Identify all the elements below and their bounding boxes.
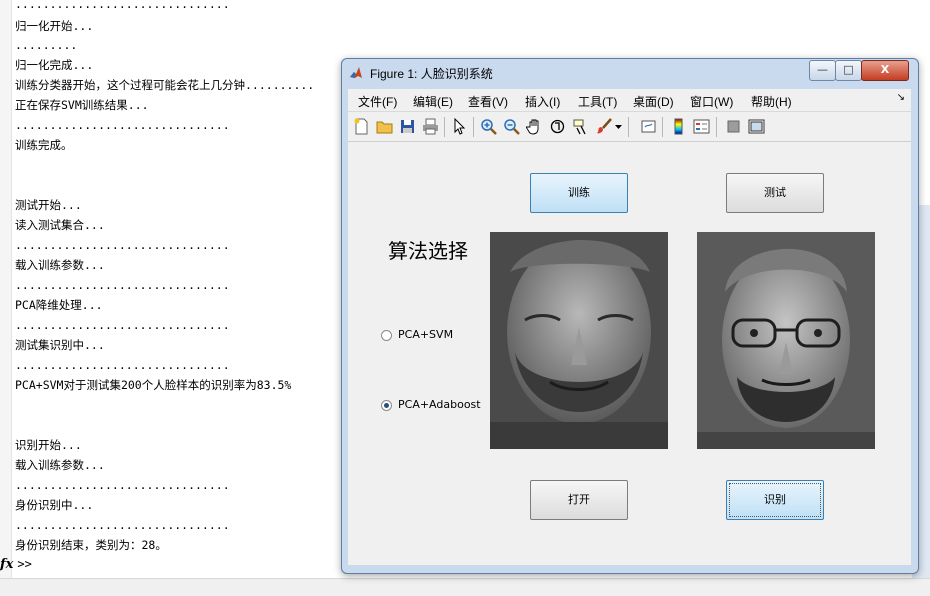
title-bar[interactable]: Figure 1: 人脸识别系统 — □ X <box>342 59 918 87</box>
pointer-icon[interactable] <box>451 118 468 135</box>
menu-tools[interactable]: 工具(T) <box>578 93 617 110</box>
command-prompt[interactable]: fx >> <box>0 557 32 572</box>
save-icon[interactable] <box>399 118 416 135</box>
menu-file[interactable]: 文件(F) <box>358 93 397 110</box>
fx-icon[interactable]: fx <box>0 557 13 572</box>
console-line: ............................... <box>15 518 230 532</box>
test-button[interactable]: 测试 <box>726 173 824 213</box>
toolbar-separator <box>662 117 663 137</box>
radio-selected-icon[interactable] <box>381 399 392 411</box>
menu-desktop[interactable]: 桌面(D) <box>633 93 674 110</box>
menu-window[interactable]: 窗口(W) <box>690 93 733 110</box>
console-line: ......... <box>15 38 78 52</box>
menu-insert[interactable]: 插入(I) <box>525 93 560 110</box>
open-folder-icon[interactable] <box>376 118 393 135</box>
rotate-3d-icon[interactable] <box>549 118 566 135</box>
console-line: ............................... <box>15 0 230 11</box>
recognize-button[interactable]: 识别 <box>726 480 824 520</box>
colorbar-icon[interactable] <box>670 118 687 135</box>
radio-circle-icon[interactable] <box>381 329 392 341</box>
print-icon[interactable] <box>422 118 439 135</box>
console-line: ............................... <box>15 318 230 332</box>
console-line: ............................... <box>15 358 230 372</box>
prompt-symbol: >> <box>17 557 32 571</box>
console-line: 测试开始... <box>15 198 82 212</box>
console-line: 载入训练参数... <box>15 458 105 472</box>
matlab-logo-icon <box>350 67 362 78</box>
console-line: 训练分类器开始，这个过程可能会花上几分钟.......... <box>15 78 315 92</box>
console-line: ............................... <box>15 238 230 252</box>
console-line: 识别开始... <box>15 438 82 452</box>
link-plot-icon[interactable] <box>640 118 657 135</box>
zoom-in-icon[interactable] <box>480 118 497 135</box>
pan-hand-icon[interactable] <box>526 118 543 135</box>
menu-expand-icon[interactable]: ↘ <box>897 92 905 103</box>
matched-face-image <box>697 232 875 449</box>
console-line: PCA降维处理... <box>15 298 103 312</box>
minimize-button[interactable]: — <box>809 60 836 81</box>
console-line: 归一化开始... <box>15 19 94 33</box>
figure-toolbar <box>348 112 911 142</box>
console-line: 载入训练参数... <box>15 258 105 272</box>
algorithm-select-title: 算法选择 <box>388 239 468 263</box>
toolbar-separator <box>628 117 629 137</box>
radio-pca-adaboost[interactable]: PCA+Adaboost <box>381 398 481 411</box>
data-cursor-icon[interactable] <box>572 118 589 135</box>
train-button[interactable]: 训练 <box>530 173 628 213</box>
new-file-icon[interactable] <box>353 118 370 135</box>
toolbar-separator <box>716 117 717 137</box>
menu-help[interactable]: 帮助(H) <box>751 93 792 110</box>
status-bar <box>0 578 930 596</box>
console-line: 归一化完成... <box>15 58 94 72</box>
console-line: 身份识别结束，类别为：28。 <box>15 538 167 552</box>
console-line: ............................... <box>15 278 230 292</box>
console-line: ............................... <box>15 478 230 492</box>
radio-label-svm: PCA+SVM <box>398 328 454 341</box>
input-face-image <box>490 232 668 449</box>
toolbar-separator <box>444 117 445 137</box>
console-line: 身份识别中... <box>15 498 94 512</box>
radio-label-adaboost: PCA+Adaboost <box>398 398 481 411</box>
show-plot-tools-icon[interactable] <box>748 118 765 135</box>
console-line: ............................... <box>15 118 230 132</box>
maximize-button[interactable]: □ <box>835 60 862 81</box>
console-gutter <box>0 0 12 578</box>
console-line: 测试集识别中... <box>15 338 105 352</box>
zoom-out-icon[interactable] <box>503 118 520 135</box>
open-button[interactable]: 打开 <box>530 480 628 520</box>
menu-bar: 文件(F) 编辑(E) 查看(V) 插入(I) 工具(T) 桌面(D) 窗口(W… <box>348 89 911 112</box>
legend-icon[interactable] <box>693 118 710 135</box>
console-line: PCA+SVM对于测试集200个人脸样本的识别率为83.5% <box>15 378 292 392</box>
menu-edit[interactable]: 编辑(E) <box>413 93 453 110</box>
brush-icon[interactable] <box>596 118 613 135</box>
hide-plot-tools-icon[interactable] <box>725 118 742 135</box>
figure-canvas: 训练 测试 算法选择 PCA+SVM PCA+Adaboost 打开 识别 <box>348 142 911 565</box>
radio-pca-svm[interactable]: PCA+SVM <box>381 328 453 341</box>
console-line: 读入测试集合... <box>15 218 105 232</box>
console-line: 训练完成。 <box>15 138 73 152</box>
close-button[interactable]: X <box>861 60 909 81</box>
window-title: Figure 1: 人脸识别系统 <box>370 67 493 81</box>
figure-window: Figure 1: 人脸识别系统 — □ X 文件(F) 编辑(E) 查看(V)… <box>341 58 919 574</box>
toolbar-separator <box>473 117 474 137</box>
menu-view[interactable]: 查看(V) <box>468 93 508 110</box>
console-line: 正在保存SVM训练结果... <box>15 98 149 112</box>
brush-dropdown-icon[interactable] <box>614 118 623 135</box>
